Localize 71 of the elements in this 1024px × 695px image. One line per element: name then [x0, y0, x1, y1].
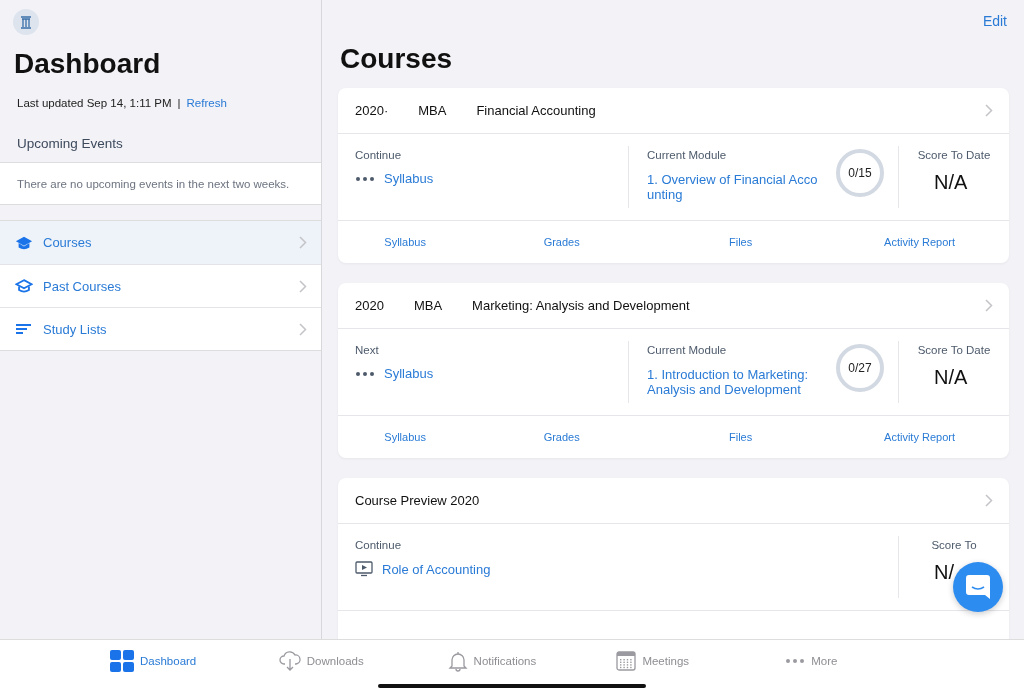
- tab-item[interactable]: Downloads: [278, 650, 448, 672]
- dashboard-title: Dashboard: [14, 47, 162, 81]
- section-label: Continue: [355, 539, 403, 551]
- last-updated-text: Last updated Sep 14, 1:11 PM: [17, 97, 172, 109]
- progress-count: 0/15: [847, 165, 873, 182]
- module-link[interactable]: 1. Introduction to Marketing: Analysis and Development: [647, 367, 826, 397]
- section-label: Score To Date: [917, 149, 991, 161]
- course-header[interactable]: 2020 MBA Marketing: Analysis and Development: [338, 283, 1009, 329]
- more-icon: [785, 658, 806, 664]
- course-link[interactable]: Syllabus: [338, 236, 473, 248]
- video-icon: [355, 561, 373, 577]
- section-label: Next: [355, 344, 380, 356]
- continue-link[interactable]: Syllabus: [384, 171, 434, 186]
- sidebar-item[interactable]: Courses: [0, 221, 321, 264]
- score-value: N/: [934, 561, 955, 584]
- chevron-icon: [299, 236, 307, 249]
- more-icon: [355, 370, 375, 377]
- course-link[interactable]: Activity Report: [830, 236, 1009, 248]
- sidebar-item[interactable]: Past Courses: [0, 264, 321, 307]
- list-icon: [15, 323, 33, 335]
- course-title: 2020·: [355, 103, 389, 118]
- grid-icon: [110, 650, 134, 672]
- course-link[interactable]: Grades: [472, 236, 652, 248]
- chevron-icon: [299, 279, 307, 293]
- bell-icon: [447, 650, 468, 672]
- section-heading: Upcoming Events: [17, 136, 124, 152]
- calendar-icon: [616, 651, 637, 671]
- separator: |: [177, 97, 181, 109]
- empty-events-text: There are no upcoming events in the next two weeks.: [17, 177, 290, 190]
- continue-link[interactable]: Syllabus: [384, 366, 434, 381]
- section-label: Continue: [355, 149, 403, 161]
- course-header[interactable]: Course Preview 2020: [338, 478, 1009, 524]
- tab-item[interactable]: More: [785, 655, 954, 667]
- course-title: Financial Accounting: [476, 103, 596, 118]
- course-link[interactable]: Grades: [472, 431, 652, 443]
- course-link[interactable]: Files: [651, 431, 831, 443]
- course-title: 2020: [355, 298, 384, 313]
- chevron-icon: [985, 104, 993, 117]
- progress-count: 0/27: [847, 360, 873, 377]
- graduation-cap-icon: [15, 278, 33, 294]
- module-link[interactable]: 1. Overview of Financial Acco unting: [647, 172, 826, 202]
- continue-link[interactable]: Role of Accounting: [382, 561, 491, 577]
- logo-icon: [13, 9, 39, 35]
- section-label: Current Module: [647, 149, 728, 161]
- section-label: Current Module: [647, 344, 728, 356]
- course-link[interactable]: Syllabus: [338, 431, 473, 443]
- tab-item[interactable]: Notifications: [447, 650, 617, 672]
- chevron-icon: [985, 299, 993, 312]
- chevron-icon: [985, 494, 993, 507]
- course-title: MBA: [413, 298, 443, 313]
- more-icon: [355, 175, 375, 182]
- course-title: Course Preview 2020: [355, 493, 480, 508]
- course-header[interactable]: 2020· MBA Financial Accounting: [338, 88, 1009, 134]
- edit-button[interactable]: Edit: [982, 13, 1007, 29]
- sidebar-item[interactable]: Study Lists: [0, 307, 321, 350]
- section-label: Score To Date: [917, 344, 991, 356]
- course-link[interactable]: Activity Report: [830, 431, 1009, 443]
- course-title: MBA: [418, 103, 447, 118]
- graduation-cap-icon: [15, 234, 33, 251]
- chat-icon: [965, 574, 991, 600]
- courses-title: Courses: [340, 42, 454, 76]
- course-title: Marketing: Analysis and Development: [472, 298, 690, 313]
- chevron-icon: [299, 322, 307, 336]
- tab-item[interactable]: Dashboard: [110, 650, 279, 672]
- cloud-download-icon: [278, 650, 301, 672]
- score-value: N/A: [934, 366, 969, 389]
- course-link[interactable]: Files: [651, 236, 831, 248]
- tab-item[interactable]: Meetings: [616, 651, 786, 671]
- refresh-link[interactable]: Refresh: [186, 97, 227, 109]
- section-label: Score To: [931, 539, 977, 551]
- score-value: N/A: [934, 171, 969, 194]
